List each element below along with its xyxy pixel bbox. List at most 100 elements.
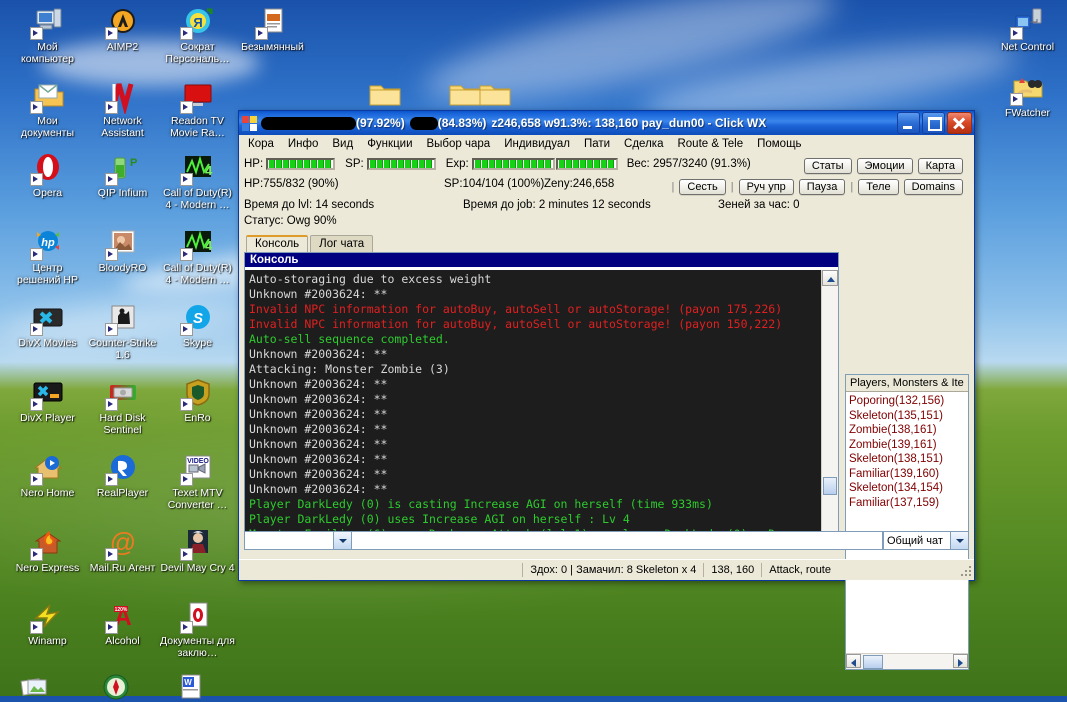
button-пауза[interactable]: Пауза [798,179,846,195]
entity-list-item[interactable]: Familiar(139,160) [849,467,965,482]
desktop-icon-socrat[interactable]: Я Сократ Персональ… [160,6,235,65]
desktop-icon-mail-ru-agent[interactable]: @ Mail.Ru Агент [85,527,160,575]
desktop-icon-fwatcher[interactable]: FWatcher [990,72,1065,120]
desktop-icon-my-documents[interactable]: Мои документы [10,80,85,139]
desktop-icon-realplayer[interactable]: RealPlayer [85,452,160,500]
desktop-icon-call-of-duty-4-b[interactable]: 4 Call of Duty(R) 4 - Modern … [160,227,235,286]
shortcut-overlay-icon [1009,93,1023,106]
click-wx-window[interactable]: (97.92%) (84.83%) z246,658 w91.3%: 138,1… [238,110,975,670]
menu-item-5[interactable]: Индивидуал [497,137,577,151]
desktop-icon-nero-home[interactable]: Nero Home [10,452,85,500]
players-monsters-items-panel[interactable]: Players, Monsters & Ite Poporing(132,156… [845,374,969,670]
desktop-icon-aimp2[interactable]: AIMP2 [85,6,160,54]
desktop-icon-counter-strike[interactable]: Counter-Strike 1.6 [85,302,160,361]
desktop-icon-texet-mtv[interactable]: VIDEO Texet MTV Converter … [160,452,235,511]
chat-target-combo[interactable] [244,531,352,550]
desktop-desktop-folder-2[interactable] [448,80,482,108]
maximize-button[interactable] [922,112,945,134]
console-scrollbar[interactable] [821,270,838,547]
menu-item-1[interactable]: Инфо [281,137,325,151]
button-сесть[interactable]: Сесть [679,179,726,195]
desktop-icon-alcohol[interactable]: A 120% Alcohol [85,600,160,648]
bar-segment [276,159,283,168]
entity-list-item[interactable]: Zombie(138,161) [849,423,965,438]
desktop-icon-hp-solution-center[interactable]: hp Центр решений HP [10,227,85,286]
shortcut-overlay-icon [179,473,193,486]
desktop-desktop-folder-3[interactable] [478,80,512,108]
entity-list-item[interactable]: Skeleton(135,151) [849,409,965,424]
button-руч-упр[interactable]: Руч упр [738,179,794,195]
menu-item-9[interactable]: Помощь [750,137,808,151]
shortcut-overlay-icon [104,101,118,114]
panel-hscrollbar[interactable] [846,653,968,669]
desktop-icon-readon-tv[interactable]: Readon TV Movie Ra… [160,80,235,139]
scrollbar-thumb[interactable] [823,477,837,495]
menu-item-8[interactable]: Route & Tele [670,137,750,151]
players-monsters-list[interactable]: Poporing(132,156) Skeleton(135,151) Zombie… [846,392,968,512]
resize-grip[interactable] [958,563,972,577]
bottom-action-buttons[interactable]: | Сесть | Руч упр Пауза | Теле Domains [672,179,963,195]
hscrollbar-thumb[interactable] [863,655,883,669]
button-теле[interactable]: Теле [858,179,899,195]
desktop-icon-enro[interactable]: EnRo [160,377,235,425]
menu-item-3[interactable]: Функции [360,137,419,151]
window-titlebar[interactable]: (97.92%) (84.83%) z246,658 w91.3%: 138,1… [239,111,974,135]
menu-item-2[interactable]: Вид [325,137,360,151]
tab-0[interactable]: Консоль [246,235,309,252]
console-panel[interactable]: Консоль Auto-storaging due to excess wei… [244,252,839,548]
tab-bar[interactable]: Консоль Лог чата [244,234,969,252]
weight-label: Вес: 2957/3240 (91.3%) [626,157,751,170]
bottom-icon-pictures[interactable] [18,672,58,702]
desktop-icon-hard-disk-sentinel[interactable]: Hard Disk Sentinel [85,377,160,436]
close-button[interactable] [947,112,972,134]
chevron-down-icon-2[interactable] [950,532,968,549]
console-line: Player DarkLedy (0) is casting Increase … [249,497,713,511]
entity-list-item[interactable]: Skeleton(134,154) [849,481,965,496]
desktop-icon-divx-player[interactable]: DivX Player [10,377,85,425]
bottom-icon-word[interactable]: W [173,672,213,702]
desktop-icon-untitled[interactable]: Безымянный [235,6,310,54]
desktop-icon-devil-may-cry-4[interactable]: Devil May Cry 4 [160,527,235,575]
tab-1[interactable]: Лог чата [310,235,374,252]
button-domains[interactable]: Domains [903,179,963,195]
desktop-icon-my-computer[interactable]: Мой компьютер [10,6,85,65]
desktop-desktop-folder-1[interactable] [368,80,402,108]
menu-item-6[interactable]: Пати [577,137,617,151]
scroll-up-button[interactable] [822,270,838,286]
bar-segment [404,159,411,168]
desktop-icon-opera[interactable]: Opera [10,152,85,200]
top-action-buttons[interactable]: Статы Эмоции Карта [803,158,963,174]
hscroll-right-button[interactable] [953,654,968,668]
minimize-button[interactable] [897,112,920,134]
chat-input[interactable] [352,531,883,550]
desktop-icon-documents-zaklyu[interactable]: Документы для заклю… [160,600,235,659]
entity-list-item[interactable]: Poporing(132,156) [849,394,965,409]
button-карта[interactable]: Карта [917,158,963,174]
chevron-down-icon[interactable] [333,532,351,549]
entity-list-item[interactable]: Skeleton(138,151) [849,452,965,467]
chat-input-row[interactable]: Общий чат [244,531,969,550]
desktop-icon-net-control[interactable]: Net Control [990,6,1065,54]
console-log[interactable]: Auto-storaging due to excess weight Unkno… [245,270,822,547]
desktop-icon-network-assistant[interactable]: Network Assistant [85,80,160,139]
button-статы[interactable]: Статы [803,158,852,174]
desktop-icon-divx-movies[interactable]: DivX Movies [10,302,85,350]
window-controls[interactable] [897,112,972,134]
entity-list-item[interactable]: Zombie(139,161) [849,438,965,453]
desktop-icon-call-of-duty-4[interactable]: 4 Call of Duty(R) 4 - Modern … [160,152,235,211]
entity-list-item[interactable]: Familiar(137,159) [849,496,965,511]
button-эмоции[interactable]: Эмоции [856,158,913,174]
chat-channel-combo[interactable]: Общий чат [883,531,969,550]
menu-item-7[interactable]: Сделка [617,137,670,151]
desktop-icon-label: Hard Disk Sentinel [99,412,146,436]
desktop-icon-bloodyro[interactable]: BloodyRO [85,227,160,275]
desktop-icon-qip-infium[interactable]: P QIP Infium [85,152,160,200]
bottom-icon-compass[interactable] [98,672,138,702]
menu-item-0[interactable]: Кора [241,137,281,151]
desktop-icon-winamp[interactable]: Winamp [10,600,85,648]
menu-item-4[interactable]: Выбор чара [420,137,498,151]
menu-bar[interactable]: Кора Инфо Вид Функции Выбор чара Индивидуал Па… [239,135,974,152]
hscroll-left-button[interactable] [846,654,861,668]
desktop-icon-skype[interactable]: S Skype [160,302,235,350]
desktop-icon-nero-express[interactable]: Nero Express [10,527,85,575]
